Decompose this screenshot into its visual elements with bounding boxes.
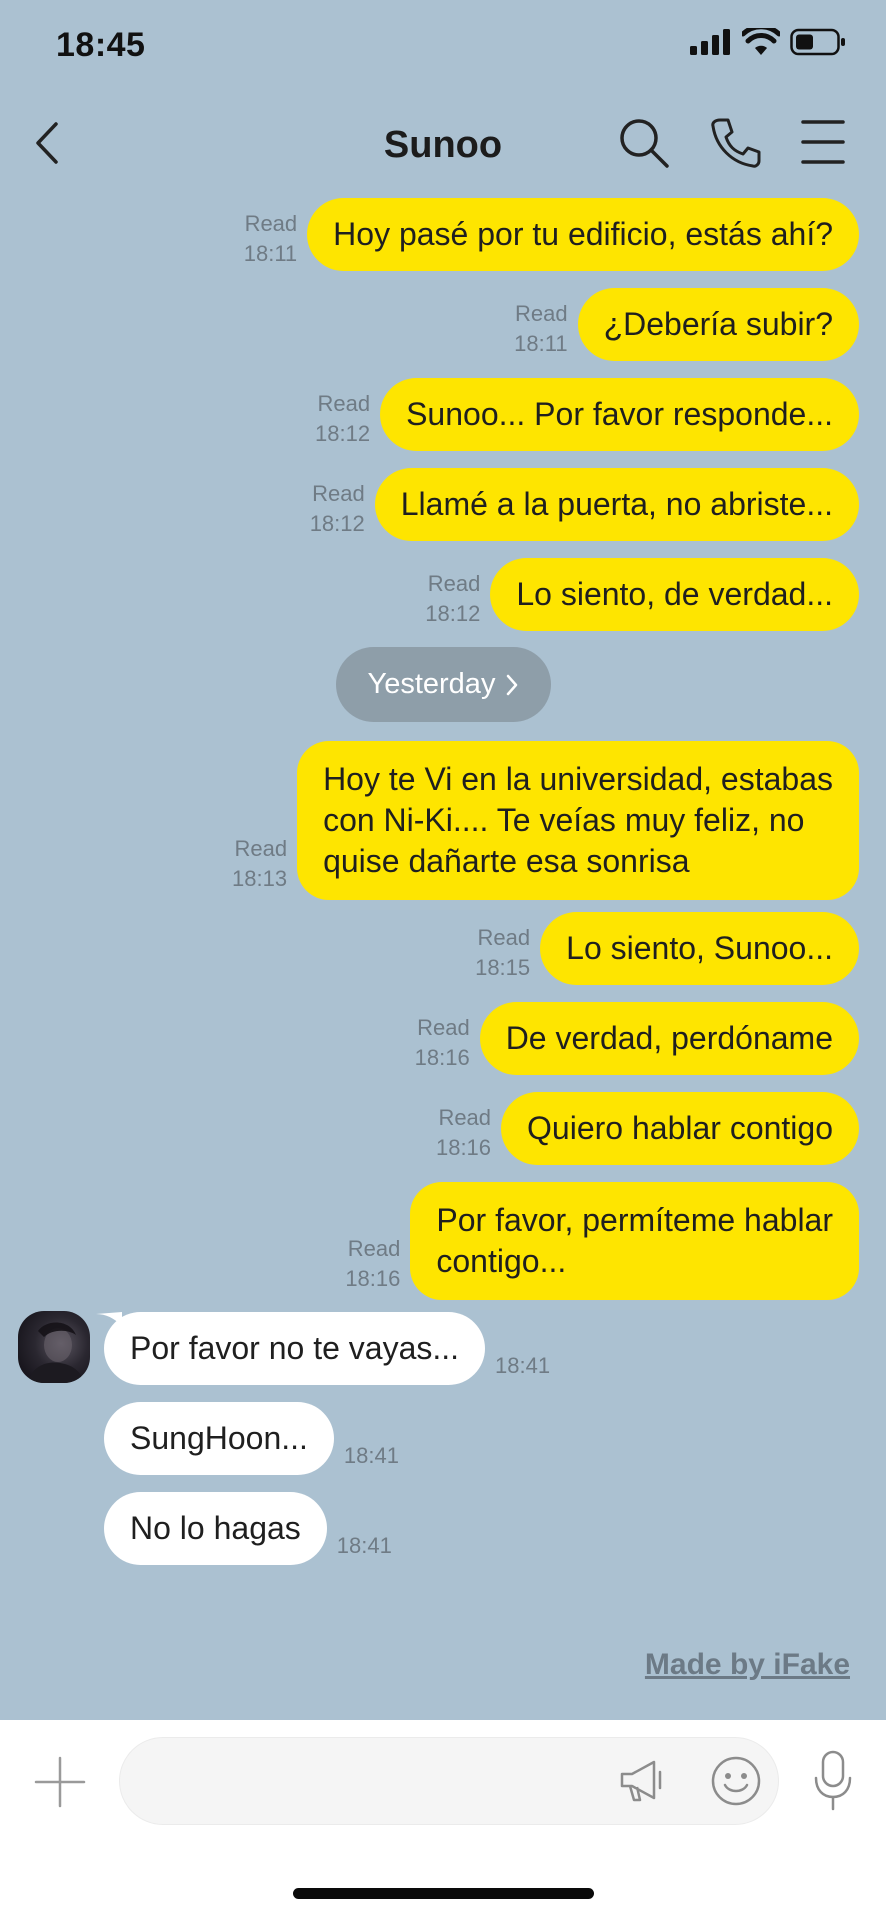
emoji-button[interactable] [709, 1754, 763, 1813]
message-bubble[interactable]: SungHoon... [104, 1402, 334, 1475]
message-meta: 18:41 [495, 1351, 550, 1381]
message-sent: Read 18:16 Por favor, permíteme hablar c… [345, 1182, 859, 1300]
battery-icon [790, 28, 845, 56]
read-status: Read [438, 1105, 492, 1130]
message-bubble[interactable]: Hoy pasé por tu edificio, estás ahí? [307, 198, 859, 271]
message-meta: Read 18:12 [425, 569, 480, 629]
message-input[interactable] [119, 1737, 779, 1825]
message-meta: Read 18:16 [415, 1013, 470, 1073]
search-button[interactable] [617, 116, 671, 170]
message-bubble[interactable]: Quiero hablar contigo [501, 1092, 859, 1165]
message-meta: Read 18:15 [475, 923, 530, 983]
message-bubble[interactable]: Lo siento, de verdad... [490, 558, 859, 631]
message-time: 18:41 [495, 1353, 551, 1378]
menu-icon [801, 120, 845, 164]
message-bubble[interactable]: Hoy te Vi en la universidad, estabas con… [297, 741, 859, 900]
mic-button[interactable] [813, 1750, 853, 1817]
message-bubble[interactable]: Sunoo... Por favor responde... [380, 378, 859, 451]
message-bubble[interactable]: Llamé a la puerta, no abriste... [374, 468, 859, 541]
megaphone-icon [620, 1760, 662, 1802]
call-button[interactable] [708, 116, 762, 170]
message-sent: Read 18:15 Lo siento, Sunoo... [475, 912, 859, 985]
message-received: Por favor no te vayas... 18:41 [96, 1312, 550, 1385]
phone-icon [711, 118, 761, 168]
message-bubble[interactable]: ¿Debería subir? [577, 288, 859, 361]
home-indicator[interactable] [293, 1888, 594, 1899]
message-bubble[interactable]: No lo hagas [104, 1492, 327, 1565]
message-bubble[interactable]: De verdad, perdóname [479, 1002, 859, 1075]
message-meta: Read 18:16 [436, 1103, 491, 1163]
message-time: 18:13 [232, 866, 288, 891]
emoji-icon [711, 1756, 761, 1806]
search-icon [620, 119, 669, 168]
attach-button[interactable] [34, 1756, 86, 1808]
plus-icon [34, 1756, 86, 1808]
message-time: 18:12 [315, 421, 371, 446]
contact-avatar[interactable] [18, 1311, 90, 1383]
read-status: Read [347, 1236, 401, 1261]
date-divider[interactable]: Yesterday [336, 647, 551, 722]
message-meta: Read 18:11 [244, 209, 297, 269]
avatar-image [28, 1322, 84, 1383]
read-status: Read [514, 301, 568, 326]
message-time: 18:16 [345, 1266, 401, 1291]
menu-button[interactable] [797, 116, 851, 170]
message-sent: Read 18:12 Llamé a la puerta, no abriste… [310, 468, 859, 541]
message-meta: Read 18:16 [345, 1234, 400, 1294]
read-status: Read [417, 1015, 470, 1040]
message-bubble[interactable]: Por favor, permíteme hablar contigo... [410, 1182, 859, 1300]
message-time: 18:41 [343, 1443, 399, 1468]
message-meta: Read 18:12 [315, 389, 370, 449]
message-time: 18:11 [514, 331, 568, 356]
message-received: SungHoon... 18:41 [104, 1402, 399, 1475]
mic-icon [814, 1750, 852, 1811]
read-status: Read [427, 571, 481, 596]
message-bubble[interactable]: Lo siento, Sunoo... [540, 912, 859, 985]
megaphone-button[interactable] [618, 1756, 668, 1811]
message-meta: Read 18:13 [232, 834, 287, 894]
message-sent: Read 18:13 Hoy te Vi en la universidad, … [232, 741, 859, 900]
read-status: Read [477, 925, 531, 950]
read-status: Read [234, 836, 288, 861]
date-divider-label: Yesterday [367, 668, 496, 700]
message-time: 18:12 [425, 601, 481, 626]
message-time: 18:41 [336, 1533, 392, 1558]
message-bubble[interactable]: Por favor no te vayas... [104, 1312, 486, 1385]
message-time: 18:16 [414, 1045, 470, 1070]
bubble-tail [96, 1312, 122, 1326]
chevron-right-icon [507, 674, 518, 695]
message-meta: Read 18:11 [514, 299, 567, 359]
message-time: 18:12 [309, 511, 365, 536]
message-sent: Read 18:11 Hoy pasé por tu edificio, est… [244, 198, 859, 271]
wifi-icon [742, 28, 780, 55]
message-time: 18:15 [475, 955, 531, 980]
message-time: 18:11 [243, 241, 298, 266]
message-meta: Read 18:12 [310, 479, 365, 539]
message-meta: 18:41 [344, 1441, 399, 1471]
read-status: Read [312, 481, 365, 506]
message-sent: Read 18:12 Lo siento, de verdad... [425, 558, 859, 631]
watermark-link[interactable]: Made by iFake [645, 1648, 850, 1682]
read-status: Read [244, 211, 298, 236]
read-status: Read [317, 391, 371, 416]
status-icons [690, 28, 846, 56]
message-time: 18:16 [435, 1135, 492, 1160]
message-sent: Read 18:16 Quiero hablar contigo [436, 1092, 859, 1165]
message-sent: Read 18:16 De verdad, perdóname [415, 1002, 859, 1075]
message-sent: Read 18:12 Sunoo... Por favor responde..… [315, 378, 859, 451]
chat-screen: 18:45 Sunoo Read 18:11 Hoy pasé por tu e… [0, 0, 886, 1920]
message-received: No lo hagas 18:41 [104, 1492, 392, 1565]
signal-icon [690, 29, 730, 55]
message-meta: 18:41 [337, 1531, 392, 1561]
message-sent: Read 18:11 ¿Debería subir? [514, 288, 859, 361]
status-time: 18:45 [56, 26, 146, 64]
